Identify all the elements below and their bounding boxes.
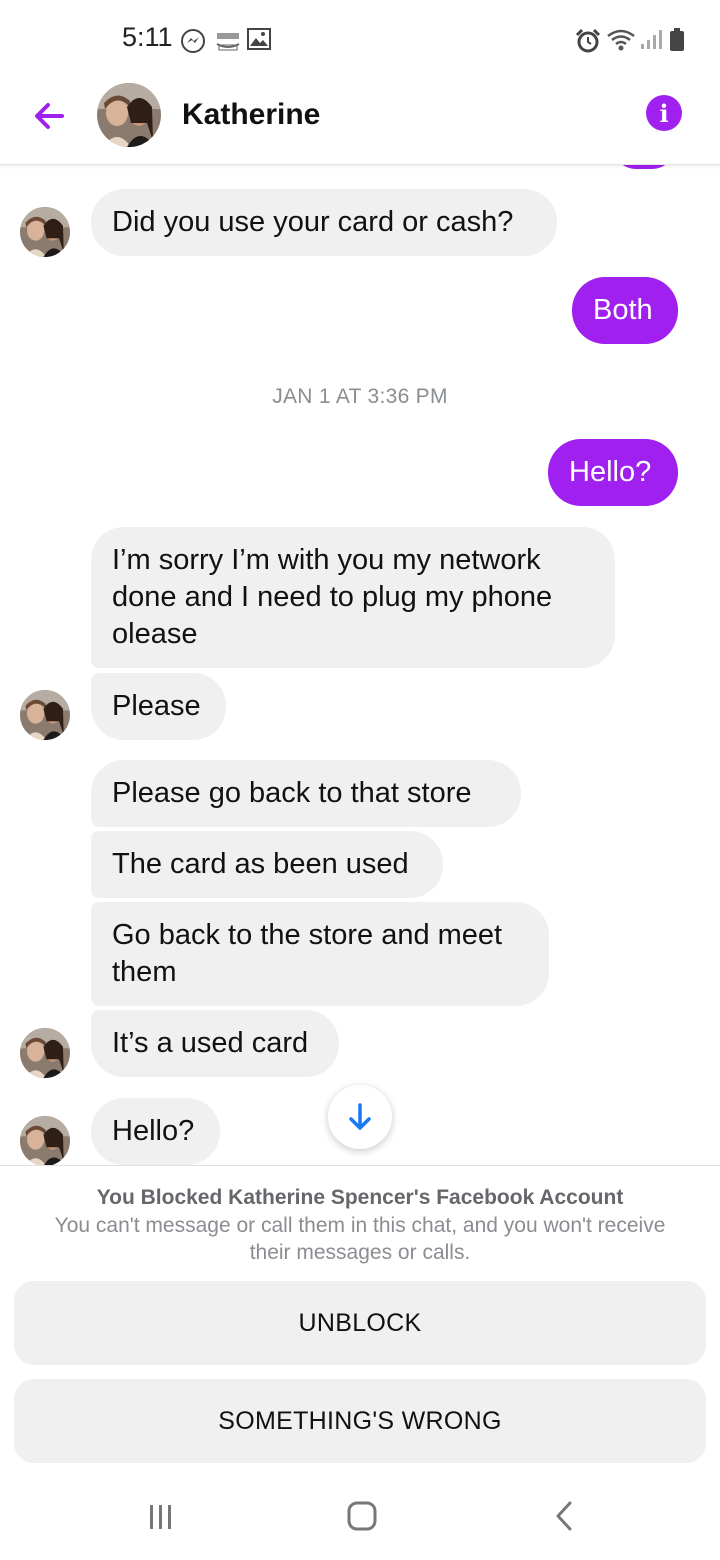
message-bubble-incoming[interactable]: Please — [91, 673, 226, 740]
status-time: 5:11 — [122, 22, 173, 52]
scroll-to-bottom-button[interactable] — [328, 1085, 392, 1149]
message-bubble-incoming[interactable]: Did you use your card or cash? — [91, 189, 557, 256]
previous-message-edge — [612, 165, 676, 169]
message-bubble-incoming[interactable]: Go back to the store and meet them — [91, 902, 549, 1006]
status-bar: 5:11 — [0, 0, 720, 80]
recent-apps-icon[interactable] — [146, 1502, 176, 1532]
message-list[interactable]: Did you use your card or cash? Both JAN … — [0, 165, 720, 1165]
chat-header: Katherine i — [0, 80, 720, 165]
message-bubble-incoming[interactable]: I’m sorry I’m with you my network done a… — [91, 527, 615, 668]
battery-icon — [670, 28, 684, 51]
sender-avatar[interactable] — [20, 1116, 70, 1165]
info-icon[interactable]: i — [646, 95, 682, 131]
something-wrong-button[interactable]: SOMETHING'S WRONG — [14, 1379, 706, 1463]
message-bubble-incoming[interactable]: It’s a used card — [91, 1010, 339, 1077]
unblock-button[interactable]: UNBLOCK — [14, 1281, 706, 1365]
blocked-title: You Blocked Katherine Spencer's Facebook… — [96, 1186, 624, 1209]
timestamp: JAN 1 AT 3:36 PM — [272, 385, 448, 408]
wifi-icon — [607, 29, 635, 51]
home-icon[interactable] — [346, 1500, 378, 1532]
messenger-icon — [181, 29, 205, 53]
contact-avatar[interactable] — [97, 83, 161, 147]
sender-avatar[interactable] — [20, 207, 70, 257]
message-bubble-outgoing[interactable]: Hello? — [548, 439, 678, 506]
image-icon — [247, 28, 271, 50]
amazon-icon — [216, 33, 240, 51]
arrow-left-icon[interactable] — [28, 94, 72, 138]
contact-name[interactable]: Katherine — [182, 98, 320, 132]
blocked-notice: You Blocked Katherine Spencer's Facebook… — [0, 1165, 720, 1476]
message-bubble-outgoing[interactable]: Both — [572, 277, 678, 344]
message-bubble-incoming[interactable]: Hello? — [91, 1098, 220, 1165]
alarm-icon — [575, 28, 601, 53]
back-icon[interactable] — [552, 1500, 576, 1532]
blocked-description: You can't message or call them in this c… — [54, 1214, 666, 1264]
arrow-down-icon — [349, 1103, 371, 1130]
sender-avatar[interactable] — [20, 690, 70, 740]
sender-avatar[interactable] — [20, 1028, 70, 1078]
message-bubble-incoming[interactable]: Please go back to that store — [91, 760, 521, 827]
system-nav-bar — [0, 1476, 720, 1560]
message-bubble-incoming[interactable]: The card as been used — [91, 831, 443, 898]
signal-icon — [641, 30, 662, 49]
